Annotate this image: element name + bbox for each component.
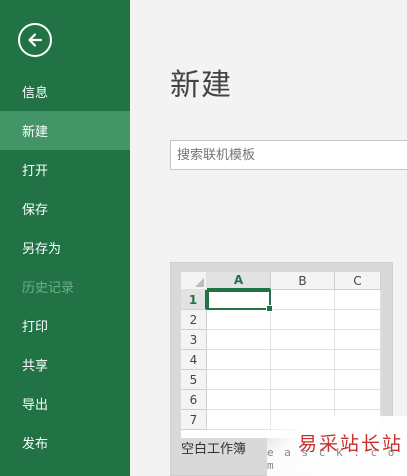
sidebar-item-save-as[interactable]: 另存为 <box>0 228 130 267</box>
watermark: 易采站长站 e a s c k . c o m <box>267 416 407 476</box>
arrow-left-icon <box>28 33 43 47</box>
grid-cell <box>335 310 381 330</box>
sidebar: 信息 新建 打开 保存 另存为 历史记录 打印 共享 导出 发布 <box>0 0 130 476</box>
sidebar-item-open[interactable]: 打开 <box>0 150 130 189</box>
back-button[interactable] <box>18 23 52 57</box>
grid-cell <box>335 330 381 350</box>
main-panel: 新建 A B C 1 2 3 4 5 <box>130 0 407 476</box>
sidebar-item-history: 历史记录 <box>22 281 75 296</box>
sidebar-item-info[interactable]: 信息 <box>0 72 130 111</box>
grid-cell <box>271 390 335 410</box>
grid-cell <box>271 350 335 370</box>
row-header: 1 <box>181 290 207 310</box>
grid-cell <box>271 310 335 330</box>
grid-cell <box>207 410 271 430</box>
column-header: B <box>271 272 335 290</box>
row-header: 7 <box>181 410 207 430</box>
grid-cell <box>335 290 381 310</box>
grid-cell <box>207 370 271 390</box>
row-header: 4 <box>181 350 207 370</box>
grid-cell <box>207 310 271 330</box>
row-header: 5 <box>181 370 207 390</box>
template-name-label: 空白工作簿 <box>181 442 247 457</box>
grid-cell <box>335 370 381 390</box>
column-header: C <box>335 272 381 290</box>
grid-cell <box>335 350 381 370</box>
grid-cell <box>271 330 335 350</box>
column-header: A <box>207 272 271 290</box>
sidebar-item-publish[interactable]: 发布 <box>0 423 130 462</box>
page-title: 新建 <box>170 68 232 103</box>
sidebar-item-save[interactable]: 保存 <box>0 189 130 228</box>
sidebar-item-print[interactable]: 打印 <box>0 306 130 345</box>
active-cell <box>207 290 273 312</box>
grid-cell <box>271 370 335 390</box>
template-search-input[interactable] <box>170 140 407 170</box>
sidebar-item-export[interactable]: 导出 <box>0 384 130 423</box>
grid-cell <box>271 290 335 310</box>
row-header: 6 <box>181 390 207 410</box>
watermark-url: e a s c k . c o m <box>267 446 397 472</box>
row-header: 2 <box>181 310 207 330</box>
row-header: 3 <box>181 330 207 350</box>
grid-cell <box>207 330 271 350</box>
select-all-corner <box>181 272 207 290</box>
template-preview-grid: A B C 1 2 3 4 5 6 7 <box>181 272 381 438</box>
sidebar-item-share[interactable]: 共享 <box>0 345 130 384</box>
grid-cell <box>335 390 381 410</box>
grid-cell <box>207 350 271 370</box>
grid-cell <box>207 390 271 410</box>
sidebar-item-new[interactable]: 新建 <box>0 111 130 150</box>
